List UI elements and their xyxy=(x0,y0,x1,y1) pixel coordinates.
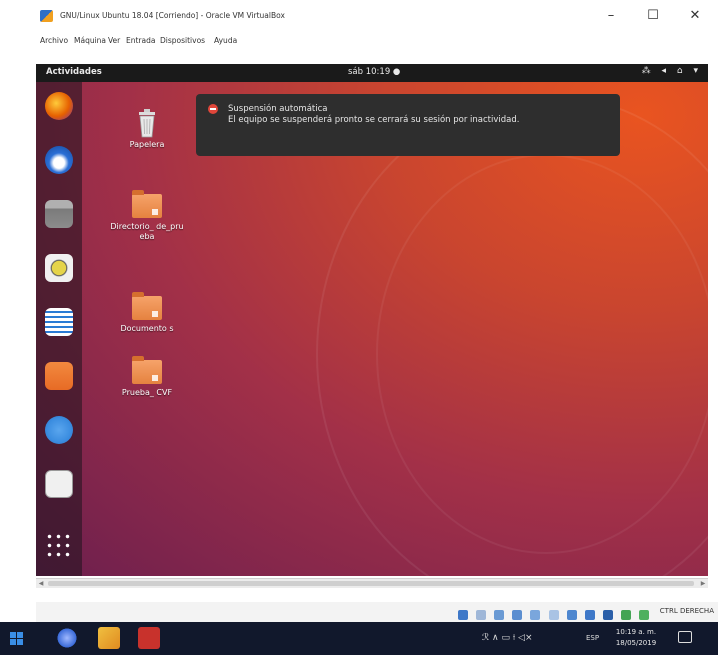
suspend-notification[interactable]: Suspensión automática El equipo se suspe… xyxy=(196,94,620,156)
notification-body: El equipo se suspenderá pronto se cerrar… xyxy=(228,115,520,125)
desktop-icon-folder-documentos[interactable]: Documento s xyxy=(110,292,184,334)
desktop-icon-label: Directorio_ de_prueba xyxy=(110,222,184,241)
virtualbox-titlebar: GNU/Linux Ubuntu 18.04 [Corriendo] - Ora… xyxy=(36,0,718,30)
host-key-label: CTRL DERECHA xyxy=(659,607,714,615)
mouse-integration-icon[interactable] xyxy=(620,610,631,620)
show-applications-icon[interactable] xyxy=(45,532,73,560)
file-explorer-icon[interactable] xyxy=(98,627,120,649)
files-icon[interactable] xyxy=(45,200,73,228)
scroll-right-icon[interactable]: ▶ xyxy=(698,579,708,589)
notification-title: Suspensión automática xyxy=(228,104,328,114)
menu-archivo[interactable]: Archivo xyxy=(40,36,68,45)
desktop-icon-label: Documento s xyxy=(120,324,174,333)
keyboard-capture-icon[interactable] xyxy=(639,610,649,620)
windows-start-icon[interactable] xyxy=(10,632,24,646)
ubuntu-top-bar: Actividades sáb 10:19 ● ⁂ ◂ ⌂ ▾ xyxy=(36,64,708,82)
display-icon[interactable] xyxy=(566,610,577,620)
desktop-icon-label: Papelera xyxy=(129,140,165,149)
maximize-button[interactable]: ☐ xyxy=(638,6,668,26)
virtualbox-statusbar: CTRL DERECHA xyxy=(36,602,718,622)
usb-icon[interactable] xyxy=(530,610,541,620)
desktop-icon-folder-prueba-cvf[interactable]: Prueba_ CVF xyxy=(110,356,184,398)
audio-icon[interactable] xyxy=(494,610,505,620)
optical-drive-icon[interactable] xyxy=(476,610,487,620)
folder-icon xyxy=(132,356,162,384)
virtualbox-app-icon xyxy=(40,10,53,22)
software-center-icon[interactable] xyxy=(45,362,73,390)
shared-folders-icon[interactable] xyxy=(548,610,559,620)
taskbar-clock[interactable]: 10:19 a. m. 18/05/2019 xyxy=(610,627,662,649)
cpu-icon[interactable] xyxy=(602,610,613,620)
device-status-icons xyxy=(458,605,652,620)
wallpaper-swirl xyxy=(376,154,708,554)
menu-entrada[interactable]: Entrada xyxy=(126,36,155,45)
ubuntu-desktop[interactable]: Actividades sáb 10:19 ● ⁂ ◂ ⌂ ▾ Papelera… xyxy=(36,64,708,576)
taskbar-app-icon[interactable] xyxy=(56,627,78,649)
desktop-icon-folder-directorio-de-prueba[interactable]: Directorio_ de_prueba xyxy=(110,190,184,242)
hard-disk-icon[interactable] xyxy=(458,610,469,620)
scroll-left-icon[interactable]: ◀ xyxy=(36,579,46,589)
video-capture-icon[interactable] xyxy=(584,610,595,620)
window-title: GNU/Linux Ubuntu 18.04 [Corriendo] - Ora… xyxy=(60,11,285,20)
desktop-icon-trash[interactable]: Papelera xyxy=(110,108,184,150)
firefox-icon[interactable] xyxy=(45,92,73,120)
rhythmbox-icon[interactable] xyxy=(45,254,73,282)
menu-ver[interactable]: Ver xyxy=(108,36,120,45)
acrobat-icon[interactable] xyxy=(138,627,160,649)
desktop-icon-label: Prueba_ CVF xyxy=(121,388,173,397)
folder-icon xyxy=(132,190,162,218)
horizontal-scrollbar[interactable]: ◀ ▶ xyxy=(36,578,708,588)
screen: GNU/Linux Ubuntu 18.04 [Corriendo] - Ora… xyxy=(0,0,718,655)
help-icon[interactable] xyxy=(45,416,73,444)
trash-icon xyxy=(131,108,163,138)
taskbar-time: 10:19 a. m. xyxy=(615,628,657,636)
minimize-button[interactable]: – xyxy=(596,6,626,26)
activities-button[interactable]: Actividades xyxy=(46,67,102,77)
windows-taskbar: ℛ ∧ ▭ ⟊ ◁× ESP 10:19 a. m. 18/05/2019 xyxy=(0,622,718,655)
warning-icon xyxy=(208,104,218,114)
folder-icon xyxy=(132,292,162,320)
system-tray-icons[interactable]: ℛ ∧ ▭ ⟊ ◁× xyxy=(482,633,532,643)
menu-ayuda[interactable]: Ayuda xyxy=(214,36,237,45)
ubuntu-dock xyxy=(36,82,82,576)
taskbar-date: 18/05/2019 xyxy=(615,639,657,647)
libreoffice-writer-icon[interactable] xyxy=(45,308,73,336)
thunderbird-icon[interactable] xyxy=(45,146,73,174)
virtualbox-menubar: Archivo Máquina Ver Entrada Dispositivos… xyxy=(36,30,718,56)
menu-maquina[interactable]: Máquina xyxy=(74,36,106,45)
notification-center-icon[interactable] xyxy=(678,631,692,643)
system-tray[interactable]: ⁂ ◂ ⌂ ▾ xyxy=(642,66,702,76)
network-icon[interactable] xyxy=(512,610,523,620)
amazon-icon[interactable] xyxy=(45,470,73,498)
scrollbar-thumb[interactable] xyxy=(48,581,694,586)
close-button[interactable]: ✕ xyxy=(680,6,710,26)
clock[interactable]: sáb 10:19 ● xyxy=(348,67,400,77)
language-indicator[interactable]: ESP xyxy=(586,634,599,642)
menu-dispositivos[interactable]: Dispositivos xyxy=(160,36,205,45)
